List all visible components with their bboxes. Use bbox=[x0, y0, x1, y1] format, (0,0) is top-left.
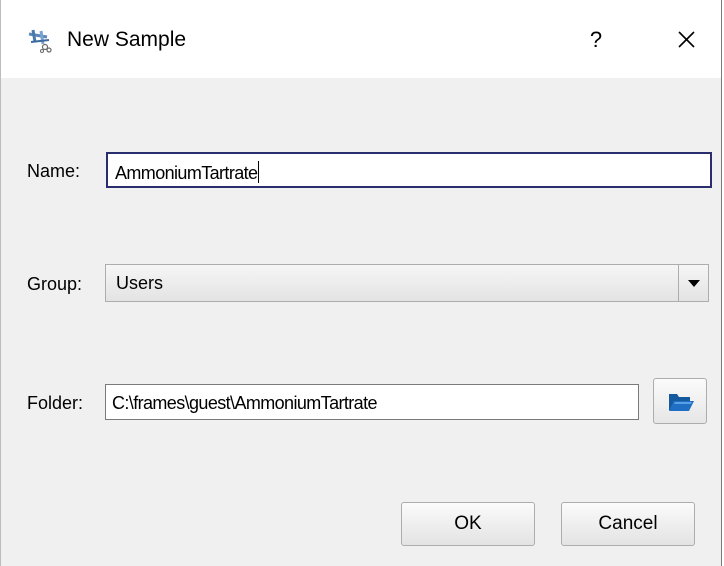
text-caret bbox=[258, 161, 260, 183]
folder-open-icon bbox=[669, 394, 694, 411]
close-button[interactable] bbox=[663, 18, 709, 62]
name-input-value: AmmoniumTartrate bbox=[115, 163, 258, 183]
title-bar[interactable]: New Sample ? bbox=[1, 0, 721, 78]
folder-input[interactable]: C:\frames\guest\AmmoniumTartrate bbox=[105, 384, 639, 420]
window-title: New Sample bbox=[67, 28, 187, 51]
group-combobox[interactable]: Users bbox=[105, 264, 709, 302]
molecule-icon bbox=[25, 25, 55, 55]
chevron-down-icon bbox=[688, 280, 700, 287]
help-button[interactable]: ? bbox=[573, 18, 619, 62]
group-label: Group: bbox=[27, 274, 83, 294]
ok-button[interactable]: OK bbox=[401, 502, 535, 546]
folder-label: Folder: bbox=[27, 393, 84, 413]
group-selected-value: Users bbox=[116, 273, 164, 293]
cancel-button[interactable]: Cancel bbox=[561, 502, 695, 546]
name-input[interactable]: AmmoniumTartrate bbox=[106, 152, 712, 188]
close-icon bbox=[678, 31, 695, 48]
new-sample-dialog: New Sample ? Name: AmmoniumTartrate Grou… bbox=[0, 0, 722, 566]
group-dropdown-button[interactable] bbox=[678, 265, 708, 301]
folder-input-value: C:\frames\guest\AmmoniumTartrate bbox=[112, 393, 377, 413]
browse-folder-button[interactable] bbox=[653, 378, 707, 424]
name-label: Name: bbox=[27, 161, 81, 181]
